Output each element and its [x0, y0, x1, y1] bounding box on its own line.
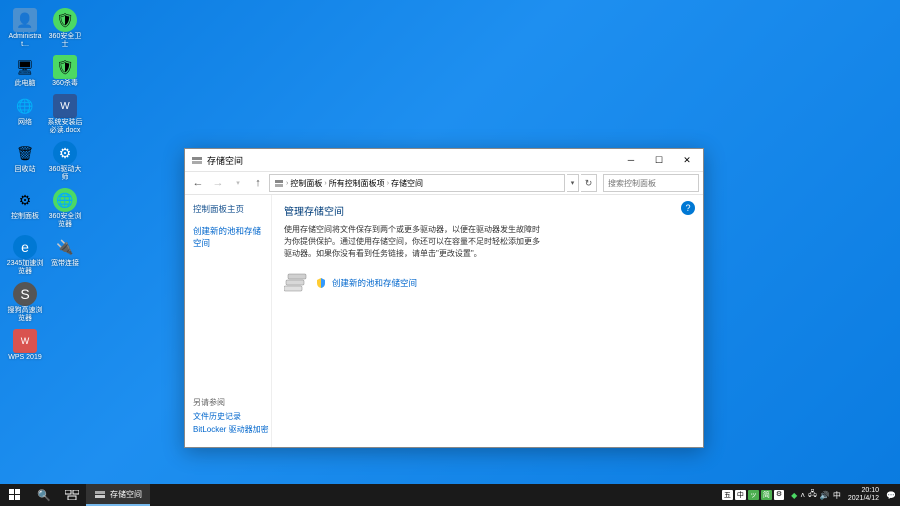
tray-up-icon[interactable]: ˄	[800, 491, 805, 500]
up-button[interactable]: ↑	[249, 174, 267, 192]
drives-icon	[284, 272, 310, 294]
tray-network-icon[interactable]: 🖧	[808, 488, 817, 502]
close-button[interactable]: ✕	[673, 150, 701, 170]
desktop-icon-network[interactable]: 🌐网络	[6, 94, 44, 135]
desktop-icon-360av[interactable]: 🛡360杀毒	[46, 55, 84, 88]
tray-360-icon[interactable]: ◆	[791, 491, 797, 500]
titlebar[interactable]: 存储空间 ─ ☐ ✕	[185, 149, 703, 171]
tray-ime-icon[interactable]: 中	[833, 490, 841, 501]
ime-panel[interactable]: 五 中 ッ 简 ⚙	[722, 490, 784, 500]
breadcrumb[interactable]: › 控制面板 › 所有控制面板项 › 存储空间	[269, 174, 565, 192]
page-heading: 管理存储空间	[284, 203, 691, 218]
taskbar-storage-spaces[interactable]: 存储空间	[86, 484, 150, 506]
back-button[interactable]: ←	[189, 174, 207, 192]
desktop-icon-360driver[interactable]: ⚙360驱动大师	[46, 141, 84, 182]
desktop-icon-readme[interactable]: W系统安装后必读.docx	[46, 94, 84, 135]
desktop-icon-broadband[interactable]: 🔌宽带连接	[46, 235, 84, 276]
address-dropdown[interactable]: ▾	[567, 174, 579, 192]
tray-volume-icon[interactable]: 🔊	[820, 491, 830, 500]
maximize-button[interactable]: ☐	[645, 150, 673, 170]
shield-icon	[316, 278, 326, 288]
desktop: 👤Administrat... 🛡360安全卫士 🖥此电脑 🛡360杀毒 🌐网络…	[0, 0, 900, 484]
start-button[interactable]	[0, 484, 30, 506]
desktop-icon-360browser[interactable]: 🌐360安全浏览器	[46, 188, 84, 229]
address-bar: ← → ▾ ↑ › 控制面板 › 所有控制面板项 › 存储空间 ▾ ↻	[185, 171, 703, 195]
desktop-icon-recycle[interactable]: 🗑回收站	[6, 141, 44, 182]
sidebar: 控制面板主页 创建新的池和存储空间 另请参阅 文件历史记录 BitLocker …	[185, 195, 271, 447]
clock[interactable]: 20:10 2021/4/12	[844, 487, 883, 503]
system-tray: 五 中 ッ 简 ⚙ ◆ ˄ 🖧 🔊 中 20:10 2021/4/12 💬	[718, 484, 900, 506]
create-pool-link[interactable]: 创建新的池和存储空间	[332, 277, 417, 289]
see-also-header: 另请参阅	[193, 397, 269, 408]
main-pane: ? 管理存储空间 使用存储空间将文件保存到两个或更多驱动器，以便在驱动器发生故障…	[271, 195, 703, 447]
desktop-icon-2345[interactable]: e2345加速浏览器	[6, 235, 44, 276]
search-input[interactable]	[603, 174, 699, 192]
see-also: 另请参阅 文件历史记录 BitLocker 驱动器加密	[193, 397, 269, 437]
desktop-icon-controlpanel[interactable]: ⚙控制面板	[6, 188, 44, 229]
link-bitlocker[interactable]: BitLocker 驱动器加密	[193, 424, 269, 435]
refresh-button[interactable]: ↻	[581, 174, 597, 192]
window-body: 控制面板主页 创建新的池和存储空间 另请参阅 文件历史记录 BitLocker …	[185, 195, 703, 447]
minimize-button[interactable]: ─	[617, 150, 645, 170]
taskview-button[interactable]	[58, 484, 86, 506]
sidebar-create-pool[interactable]: 创建新的池和存储空间	[193, 225, 263, 249]
control-panel-window: 存储空间 ─ ☐ ✕ ← → ▾ ↑ › 控制面板 › 所有控制面板项 › 存储…	[184, 148, 704, 448]
desktop-icon-360safe[interactable]: 🛡360安全卫士	[46, 8, 84, 49]
page-description: 使用存储空间将文件保存到两个或更多驱动器，以便在驱动器发生故障时为你提供保护。通…	[284, 224, 544, 260]
breadcrumb-icon	[274, 178, 284, 188]
search-button[interactable]: 🔍	[30, 484, 58, 506]
help-button[interactable]: ?	[681, 201, 695, 215]
sidebar-home[interactable]: 控制面板主页	[193, 203, 263, 215]
desktop-icons: 👤Administrat... 🛡360安全卫士 🖥此电脑 🛡360杀毒 🌐网络…	[6, 8, 84, 362]
window-title: 存储空间	[207, 154, 243, 167]
crumb-0[interactable]: 控制面板	[290, 178, 322, 189]
link-file-history[interactable]: 文件历史记录	[193, 411, 269, 422]
crumb-2[interactable]: 存储空间	[391, 178, 423, 189]
desktop-icon-thispc[interactable]: 🖥此电脑	[6, 55, 44, 88]
desktop-icon-administrator[interactable]: 👤Administrat...	[6, 8, 44, 49]
window-icon	[191, 154, 203, 166]
desktop-icon-sogou[interactable]: S搜狗高速浏览器	[6, 282, 44, 323]
desktop-icon-wps[interactable]: WWPS 2019	[6, 329, 44, 362]
create-action: 创建新的池和存储空间	[284, 272, 691, 294]
forward-button[interactable]: →	[209, 174, 227, 192]
crumb-1[interactable]: 所有控制面板项	[329, 178, 385, 189]
recent-dropdown[interactable]: ▾	[229, 174, 247, 192]
taskbar: 🔍 存储空间 五 中 ッ 简 ⚙ ◆ ˄ 🖧 🔊 中 20:10 2021/4/…	[0, 484, 900, 506]
tray-notifications-icon[interactable]: 💬	[886, 491, 896, 500]
